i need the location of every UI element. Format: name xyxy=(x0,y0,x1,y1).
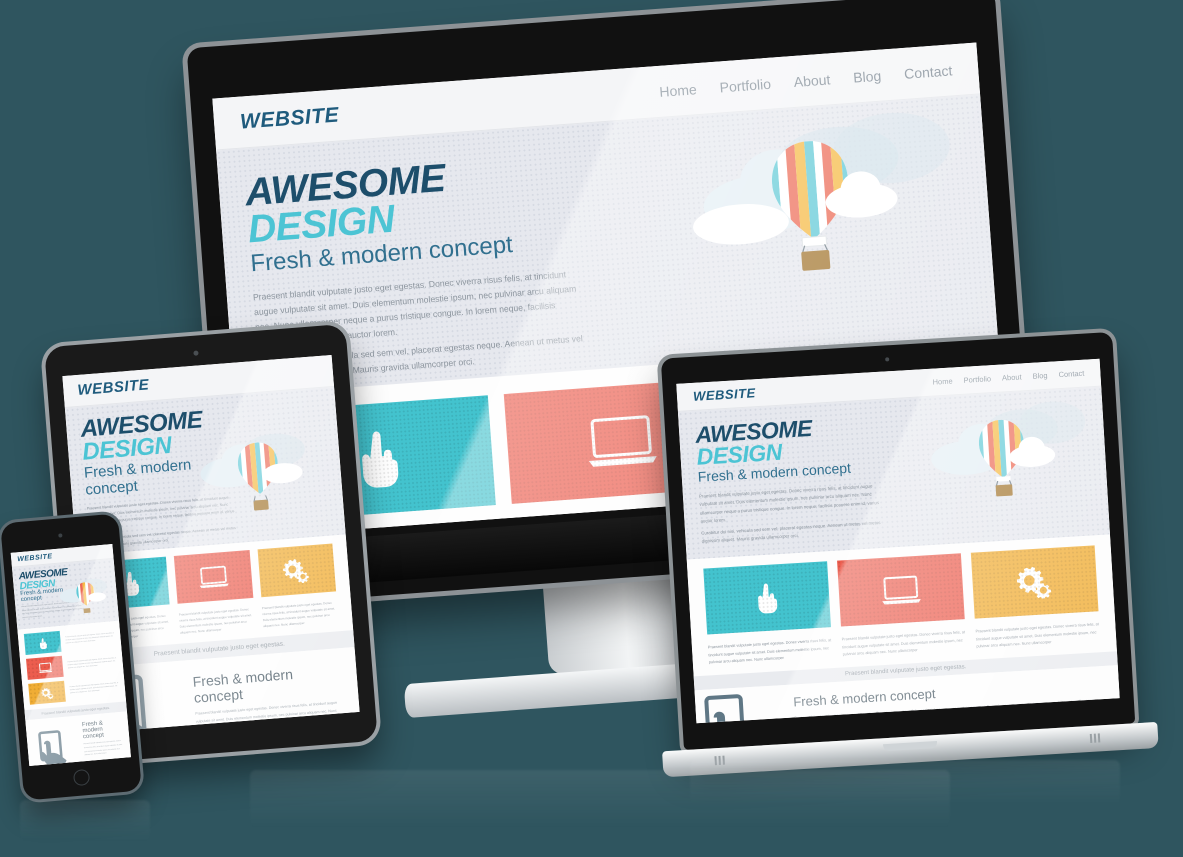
nav-item-contact-laptop[interactable]: Contact xyxy=(1058,369,1084,380)
feature-tile-gears-laptop[interactable] xyxy=(970,545,1099,619)
tile-caption-2-tablet: Praesent blandit vulputate justo eget eg… xyxy=(178,607,253,635)
laptop-screen: WEBSITE Home Portfolio About Blog Contac… xyxy=(676,358,1120,724)
hero-section-phone: AWESOME DESIGN Fresh & modern concept Pr… xyxy=(12,558,120,630)
hero-illustration-phone xyxy=(56,573,116,622)
main-nav: Home Portfolio About Blog Contact xyxy=(659,62,953,99)
hand-tapping-tablet-icon-phone xyxy=(38,730,67,766)
lower-heading-phone: Fresh & modern concept xyxy=(81,720,105,741)
site-logo[interactable]: WEBSITE xyxy=(239,103,340,134)
nav-item-contact[interactable]: Contact xyxy=(904,62,953,81)
feature-tile-hand-phone[interactable] xyxy=(23,630,62,655)
site-logo-laptop[interactable]: WEBSITE xyxy=(693,385,757,404)
nav-item-home-laptop[interactable]: Home xyxy=(932,376,953,386)
pointing-hand-icon xyxy=(361,431,398,488)
site-logo-phone[interactable]: WEBSITE xyxy=(17,553,53,563)
hand-tapping-tablet-icon-laptop xyxy=(704,694,752,724)
hero-illustration-laptop xyxy=(922,397,1095,533)
lower-section-phone: Fresh & modern concept Praesent blandit … xyxy=(25,711,131,767)
feature-tile-laptop-phone[interactable] xyxy=(25,655,64,680)
feature-tile-gears-phone[interactable] xyxy=(28,680,66,705)
feature-tile-hand-laptop[interactable] xyxy=(703,561,831,635)
lower-paragraph-phone: Praesent blandit vulputate justo eget eg… xyxy=(83,740,123,757)
responsive-devices-mockup: WEBSITE Home Portfolio About Blog Contac… xyxy=(0,0,1183,857)
hero-illustration-tablet xyxy=(189,421,337,536)
feature-tiles-phone: Praesent blandit vulputate justo eget eg… xyxy=(17,620,127,711)
website-page-phone: WEBSITE AWESOME DESIGN Fresh & modern co… xyxy=(10,543,131,767)
phone-screen: WEBSITE AWESOME DESIGN Fresh & modern co… xyxy=(10,543,131,767)
nav-item-portfolio[interactable]: Portfolio xyxy=(719,75,771,95)
feature-tile-laptop-laptop[interactable] xyxy=(837,553,965,627)
hero-copy-laptop: Praesent blandit vulputate justo eget eg… xyxy=(699,481,892,546)
feature-tile-gears-tablet[interactable] xyxy=(257,543,337,598)
tile-caption-1-phone: Praesent blandit vulputate justo eget eg… xyxy=(65,632,114,645)
nav-item-portfolio-laptop[interactable]: Portfolio xyxy=(963,374,991,385)
lower-heading-tablet: Fresh & modern concept xyxy=(192,666,294,706)
hero-illustration xyxy=(679,102,974,332)
hero-section-laptop: AWESOME DESIGN Fresh & modern concept Pr… xyxy=(677,386,1110,560)
laptop-reflection xyxy=(690,760,1120,806)
nav-item-blog[interactable]: Blog xyxy=(853,67,882,85)
nav-item-about-laptop[interactable]: About xyxy=(1002,372,1022,382)
laptop-icon xyxy=(588,415,657,467)
tile-caption-2-phone: Praesent blandit vulputate justo eget eg… xyxy=(67,657,117,670)
laptop-trackpad-notch xyxy=(883,741,938,752)
tile-caption-3-phone: Praesent blandit vulputate justo eget eg… xyxy=(69,682,119,695)
nav-item-home[interactable]: Home xyxy=(659,81,697,100)
site-logo-tablet[interactable]: WEBSITE xyxy=(77,376,150,399)
device-laptop: WEBSITE Home Portfolio About Blog Contac… xyxy=(660,331,1159,778)
laptop-ports-right xyxy=(1089,733,1101,743)
tile-caption-3-tablet: Praesent blandit vulputate justo eget eg… xyxy=(261,600,336,629)
feature-tile-laptop-tablet[interactable] xyxy=(174,550,254,604)
main-nav-laptop: Home Portfolio About Blog Contact xyxy=(932,369,1084,387)
nav-item-blog-laptop[interactable]: Blog xyxy=(1032,371,1048,381)
phone-reflection xyxy=(20,800,150,842)
website-page-laptop: WEBSITE Home Portfolio About Blog Contac… xyxy=(676,358,1120,724)
device-smartphone: WEBSITE AWESOME DESIGN Fresh & modern co… xyxy=(0,513,142,801)
nav-item-about[interactable]: About xyxy=(793,71,831,90)
